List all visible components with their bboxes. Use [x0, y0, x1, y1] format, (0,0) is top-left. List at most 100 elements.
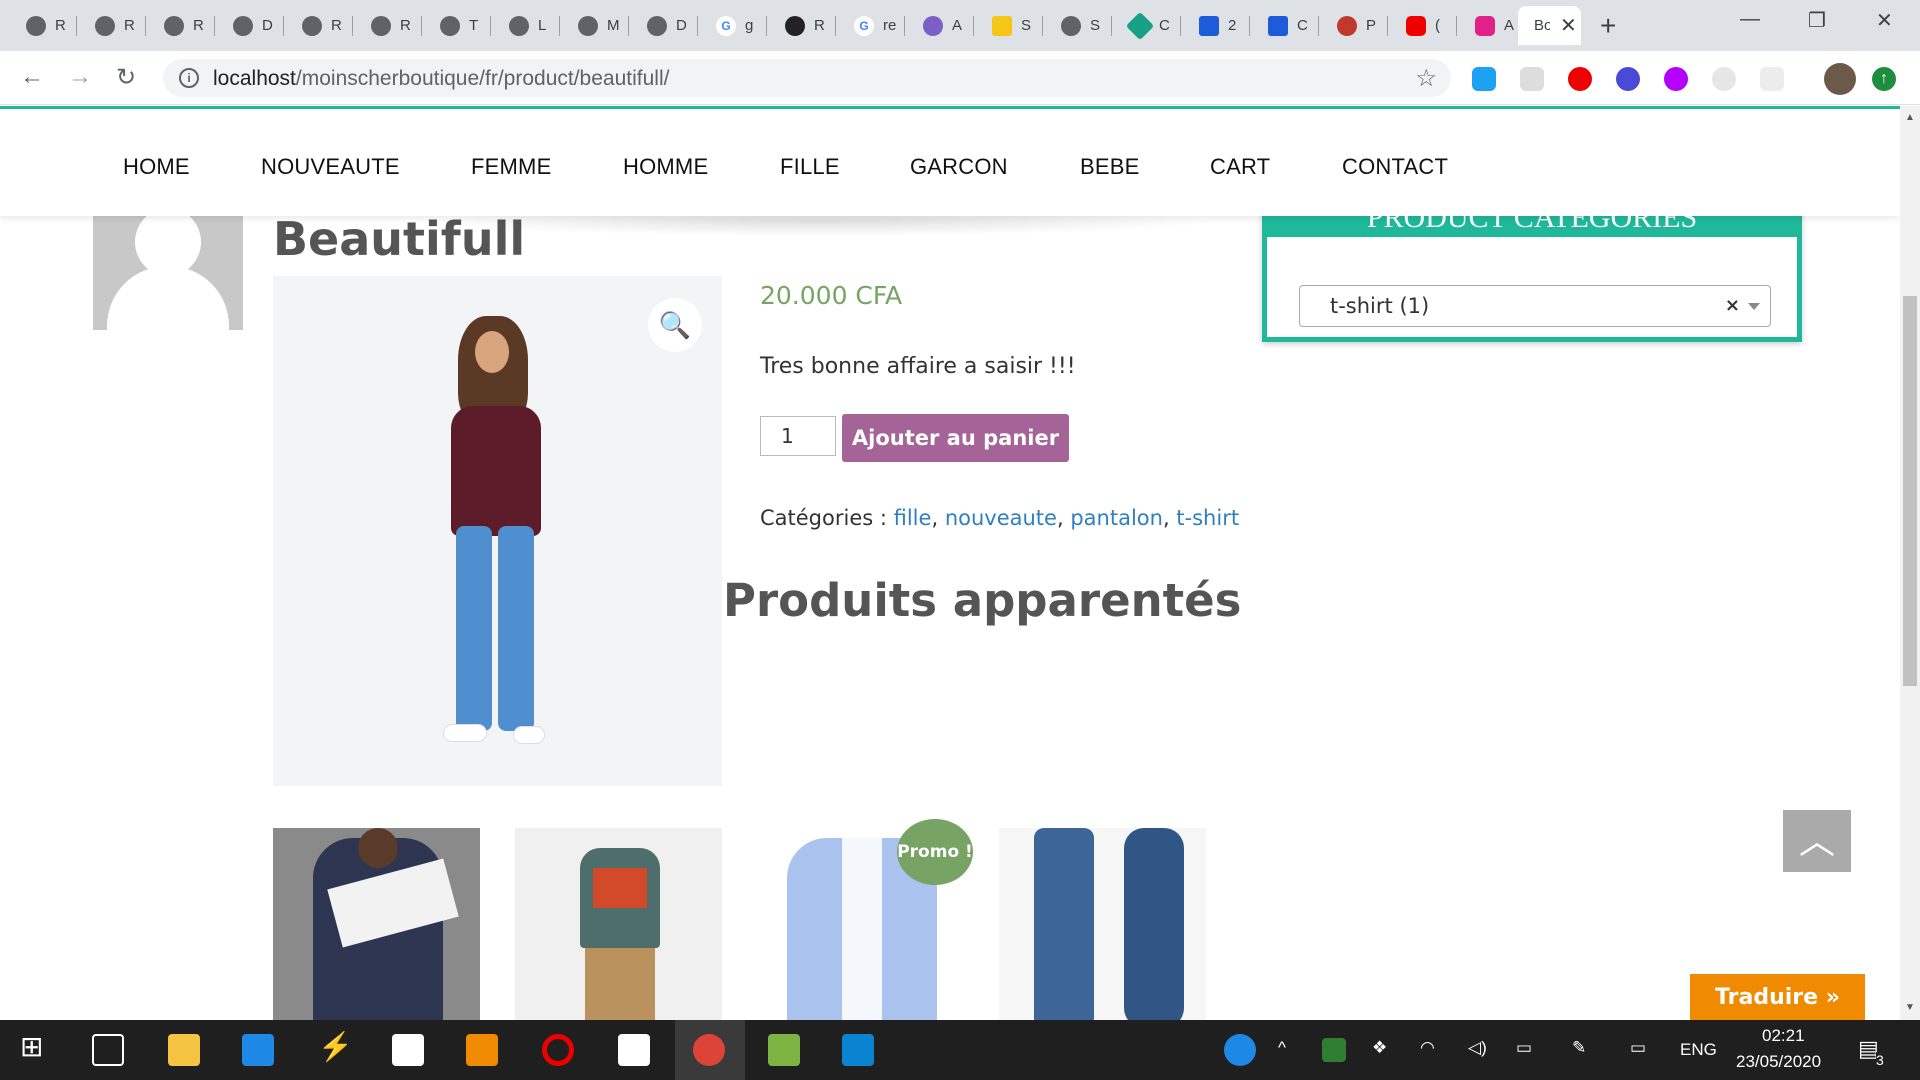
- extension-icon[interactable]: [1712, 67, 1736, 91]
- dropbox-icon[interactable]: ❖: [1372, 1038, 1387, 1058]
- app-icon: [923, 15, 943, 36]
- app-icon[interactable]: ⚡: [318, 1030, 353, 1062]
- forward-icon[interactable]: →: [68, 63, 92, 91]
- magnifier-icon[interactable]: 🔍: [648, 298, 702, 352]
- menu-item-homme[interactable]: HOMME: [623, 154, 708, 180]
- url-text[interactable]: localhost/moinscherboutique/fr/product/b…: [213, 67, 669, 91]
- pen-icon[interactable]: ✎: [1572, 1038, 1586, 1058]
- category-link[interactable]: fille: [894, 506, 932, 530]
- chevron-down-icon[interactable]: [1748, 303, 1760, 310]
- keyboard-icon[interactable]: ▭: [1630, 1038, 1646, 1058]
- extension-icon[interactable]: [1760, 67, 1784, 91]
- browser-tab[interactable]: Gg: [700, 6, 767, 45]
- extension-icon[interactable]: [1520, 67, 1544, 91]
- back-icon[interactable]: ←: [20, 63, 44, 91]
- volume-icon[interactable]: ◁): [1468, 1038, 1487, 1058]
- globe-icon: [647, 15, 667, 36]
- clock-date[interactable]: 23/05/2020: [1736, 1052, 1821, 1072]
- browser-tab[interactable]: C: [1252, 6, 1319, 45]
- extension-icon[interactable]: [1616, 67, 1640, 91]
- menu-item-contact[interactable]: CONTACT: [1342, 154, 1448, 180]
- close-window-icon[interactable]: ✕: [1876, 8, 1893, 33]
- browser-tab[interactable]: S: [1045, 6, 1112, 45]
- browser-tab[interactable]: S: [976, 6, 1043, 45]
- clear-icon[interactable]: ×: [1725, 286, 1740, 326]
- category-link[interactable]: t-shirt: [1176, 506, 1239, 530]
- category-select[interactable]: t-shirt (1) ×: [1299, 285, 1771, 327]
- browser-tab[interactable]: P: [1321, 6, 1388, 45]
- browser-tab[interactable]: D: [217, 6, 284, 45]
- battery-icon[interactable]: ▭: [1516, 1038, 1532, 1058]
- scroll-up-icon[interactable]: ▲: [1905, 112, 1915, 123]
- menu-item-nouveaute[interactable]: NOUVEAUTE: [261, 154, 400, 180]
- category-link[interactable]: pantalon: [1070, 506, 1163, 530]
- browser-tab[interactable]: M: [562, 6, 629, 45]
- menu-item-garcon[interactable]: GARCON: [910, 154, 1008, 180]
- add-to-cart-button[interactable]: Ajouter au panier: [842, 414, 1069, 462]
- related-product-image[interactable]: [515, 828, 722, 1020]
- author-avatar: [93, 208, 243, 330]
- browser-tab[interactable]: R: [355, 6, 422, 45]
- menu-item-home[interactable]: HOME: [123, 154, 190, 180]
- info-icon[interactable]: i: [179, 68, 199, 88]
- minimize-icon[interactable]: —: [1740, 8, 1760, 31]
- profile-avatar[interactable]: [1824, 63, 1856, 95]
- media-icon[interactable]: [466, 1034, 498, 1066]
- browser-tab[interactable]: R: [148, 6, 215, 45]
- extension-icon[interactable]: [1472, 67, 1496, 91]
- help-icon[interactable]: [1224, 1034, 1256, 1066]
- browser-tab[interactable]: L: [493, 6, 560, 45]
- language-indicator[interactable]: ENG: [1680, 1040, 1717, 1060]
- browser-tab[interactable]: A: [1459, 6, 1526, 45]
- related-product-image[interactable]: [273, 828, 480, 1020]
- tray-app-icon[interactable]: [1322, 1038, 1346, 1062]
- vscode-icon[interactable]: [842, 1034, 874, 1066]
- notepad-icon[interactable]: [618, 1034, 650, 1066]
- browser-tab[interactable]: C: [1114, 6, 1181, 45]
- related-product-image[interactable]: [999, 828, 1206, 1020]
- restore-icon[interactable]: ❐: [1808, 8, 1826, 33]
- menu-item-cart[interactable]: CART: [1210, 154, 1270, 180]
- app-icon[interactable]: [768, 1034, 800, 1066]
- update-icon[interactable]: ↑: [1872, 67, 1896, 91]
- reload-icon[interactable]: ↻: [116, 63, 136, 92]
- windows-start-icon[interactable]: ⊞: [20, 1030, 52, 1062]
- chevron-up-icon[interactable]: ^: [1278, 1038, 1286, 1058]
- extension-icon[interactable]: [1568, 67, 1592, 91]
- browser-tab[interactable]: R: [79, 6, 146, 45]
- wifi-icon[interactable]: ◠: [1420, 1038, 1435, 1058]
- browser-tab[interactable]: 2: [1183, 6, 1250, 45]
- menu-item-bebe[interactable]: BEBE: [1080, 154, 1140, 180]
- scrollbar-thumb[interactable]: [1903, 296, 1917, 686]
- category-link[interactable]: nouveaute: [945, 506, 1057, 530]
- new-tab-icon[interactable]: +: [1600, 10, 1616, 42]
- chrome-icon[interactable]: [693, 1034, 725, 1066]
- file-explorer-icon[interactable]: [168, 1034, 200, 1066]
- address-bar[interactable]: i localhost/moinscherboutique/fr/product…: [163, 59, 1451, 97]
- browser-tab[interactable]: T: [424, 6, 491, 45]
- browser-tab[interactable]: Gre: [838, 6, 905, 45]
- browser-tab-active[interactable]: Bo ✕: [1518, 6, 1581, 45]
- menu-item-femme[interactable]: FEMME: [471, 154, 551, 180]
- browser-tab[interactable]: (: [1390, 6, 1457, 45]
- scroll-down-icon[interactable]: ▼: [1905, 1002, 1915, 1013]
- store-icon[interactable]: [392, 1034, 424, 1066]
- browser-tab[interactable]: R: [10, 6, 77, 45]
- mail-icon[interactable]: [242, 1034, 274, 1066]
- bookmark-star-icon[interactable]: ☆: [1415, 64, 1437, 93]
- page-scrollbar[interactable]: ▲ ▼: [1900, 106, 1920, 1020]
- translate-button[interactable]: Traduire »: [1690, 974, 1865, 1020]
- browser-tab[interactable]: A: [907, 6, 974, 45]
- task-view-icon[interactable]: [92, 1034, 124, 1066]
- browser-tab[interactable]: R: [286, 6, 353, 45]
- clock-time[interactable]: 02:21: [1762, 1026, 1805, 1046]
- browser-tab[interactable]: R: [769, 6, 836, 45]
- browser-tab[interactable]: D: [631, 6, 698, 45]
- opera-icon[interactable]: [542, 1034, 574, 1066]
- product-image[interactable]: 🔍: [273, 276, 722, 786]
- quantity-input[interactable]: 1: [760, 416, 836, 456]
- extension-icon[interactable]: [1664, 67, 1688, 91]
- menu-item-fille[interactable]: FILLE: [780, 154, 840, 180]
- close-icon[interactable]: ✕: [1560, 13, 1577, 38]
- scroll-to-top-button[interactable]: ︿: [1783, 810, 1851, 872]
